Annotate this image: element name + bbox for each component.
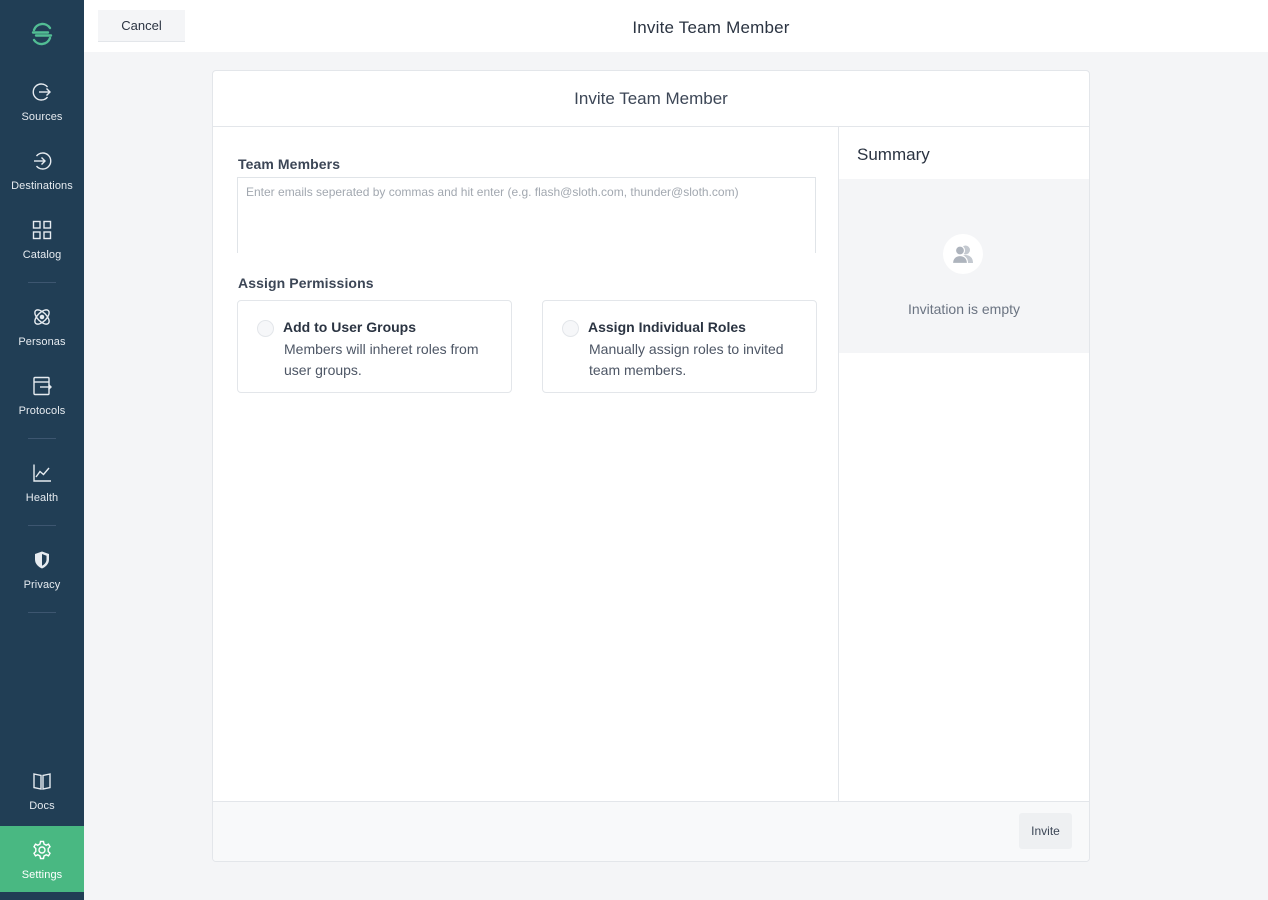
nav-divider: [28, 612, 56, 613]
personas-icon: [30, 305, 54, 329]
nav-divider: [28, 438, 56, 439]
catalog-icon: [30, 218, 54, 242]
summary-empty-state: Invitation is empty: [839, 179, 1089, 353]
health-icon: [30, 461, 54, 485]
sidebar-item-label: Settings: [21, 869, 63, 881]
sidebar-item-sources[interactable]: Sources: [0, 80, 84, 142]
sidebar-item-settings[interactable]: Settings: [0, 826, 84, 892]
nav-divider: [28, 282, 56, 283]
team-members-label: Team Members: [238, 156, 341, 172]
email-input[interactable]: [237, 177, 816, 253]
sidebar-item-personas[interactable]: Personas: [0, 305, 84, 367]
sidebar-item-destinations[interactable]: Destinations: [0, 149, 84, 211]
protocols-icon: [30, 374, 54, 398]
card-footer: Invite: [213, 801, 1089, 861]
sidebar-item-privacy[interactable]: Privacy: [0, 548, 84, 610]
summary-panel: Summary Invitation is empty: [839, 127, 1089, 801]
sidebar-item-label: Privacy: [23, 579, 61, 591]
sidebar-item-label: Personas: [18, 336, 66, 348]
radio-add-to-user-groups[interactable]: [257, 320, 274, 337]
sidebar-item-label: Destinations: [11, 180, 73, 192]
empty-state-text: Invitation is empty: [907, 301, 1021, 317]
sidebar-item-protocols[interactable]: Protocols: [0, 374, 84, 436]
invite-form: Team Members Assign Permissions Add to U…: [213, 127, 839, 801]
summary-title: Summary: [857, 145, 930, 164]
invite-button[interactable]: Invite: [1019, 813, 1072, 849]
sidebar-item-health[interactable]: Health: [0, 461, 84, 523]
privacy-icon: [30, 548, 54, 572]
option-assign-individual-roles[interactable]: Assign Individual Roles Manually assign …: [542, 300, 817, 393]
assign-permissions-label: Assign Permissions: [238, 275, 374, 291]
sidebar-item-label: Docs: [29, 800, 55, 812]
settings-icon: [30, 838, 54, 862]
option-description: Manually assign roles to invited team me…: [589, 341, 784, 378]
segment-logo-icon[interactable]: [0, 14, 84, 54]
sidebar-item-label: Health: [25, 492, 59, 504]
option-title: Assign Individual Roles: [588, 319, 746, 335]
sidebar-item-label: Catalog: [22, 249, 62, 261]
page-title: Invite Team Member: [632, 18, 790, 37]
option-title: Add to User Groups: [283, 319, 417, 335]
invite-card: Invite Team Member Team Members Assign P…: [212, 70, 1090, 862]
top-header: Cancel Invite Team Member: [84, 0, 1268, 52]
nav-divider: [28, 525, 56, 526]
users-icon: [943, 234, 983, 274]
docs-icon: [30, 769, 54, 793]
destinations-icon: [30, 149, 54, 173]
sidebar-item-docs[interactable]: Docs: [0, 769, 84, 831]
radio-assign-individual-roles[interactable]: [562, 320, 579, 337]
sidebar-item-catalog[interactable]: Catalog: [0, 218, 84, 280]
sidebar-item-label: Sources: [21, 111, 63, 123]
sources-icon: [30, 80, 54, 104]
card-title: Invite Team Member: [213, 71, 1089, 127]
sidebar-item-label: Protocols: [18, 405, 66, 417]
option-add-to-user-groups[interactable]: Add to User Groups Members will inheret …: [237, 300, 512, 393]
sidebar: Sources Destinations Catalog Personas Pr…: [0, 0, 84, 900]
option-description: Members will inheret roles from user gro…: [284, 341, 479, 378]
